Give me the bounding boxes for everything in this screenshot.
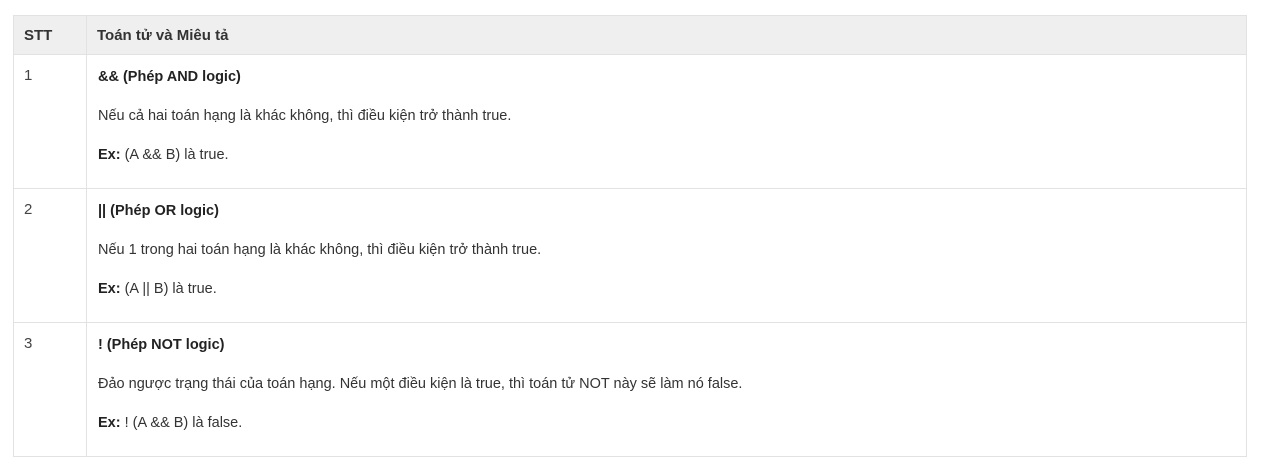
row-number: 2 xyxy=(13,188,87,323)
operator-example: Ex: (A && B) là true. xyxy=(98,145,1236,165)
row-content: ! (Phép NOT logic) Đảo ngược trạng thái … xyxy=(86,322,1247,457)
logical-operators-table: STT Toán tử và Miêu tả 1 && (Phép AND lo… xyxy=(13,15,1247,457)
operator-title: && (Phép AND logic) xyxy=(98,69,241,85)
header-stt: STT xyxy=(13,15,87,55)
table-header: STT Toán tử và Miêu tả xyxy=(13,15,1247,55)
example-text: (A || B) là true. xyxy=(120,281,217,297)
operator-title: || (Phép OR logic) xyxy=(98,203,219,219)
table-body: 1 && (Phép AND logic) Nếu cả hai toán hạ… xyxy=(13,54,1247,457)
example-label: Ex: xyxy=(98,147,121,163)
table-row: 1 && (Phép AND logic) Nếu cả hai toán hạ… xyxy=(13,54,1247,189)
operators-table-container: STT Toán tử và Miêu tả 1 && (Phép AND lo… xyxy=(13,15,1247,457)
example-text: ! (A && B) là false. xyxy=(120,415,243,431)
example-label: Ex: xyxy=(98,415,121,431)
header-row: STT Toán tử và Miêu tả xyxy=(13,15,1247,55)
operator-example: Ex: (A || B) là true. xyxy=(98,279,1236,299)
row-content: && (Phép AND logic) Nếu cả hai toán hạng… xyxy=(86,54,1247,189)
operator-title: ! (Phép NOT logic) xyxy=(98,337,225,353)
operator-description: Nếu 1 trong hai toán hạng là khác không,… xyxy=(98,242,542,258)
row-number: 3 xyxy=(13,322,87,457)
row-content: || (Phép OR logic) Nếu 1 trong hai toán … xyxy=(86,188,1247,323)
example-text: (A && B) là true. xyxy=(120,147,229,163)
header-description: Toán tử và Miêu tả xyxy=(86,15,1247,55)
operator-description: Nếu cả hai toán hạng là khác không, thì … xyxy=(98,108,512,124)
table-row: 2 || (Phép OR logic) Nếu 1 trong hai toá… xyxy=(13,188,1247,323)
row-number: 1 xyxy=(13,54,87,189)
operator-description: Đảo ngược trạng thái của toán hạng. Nếu … xyxy=(98,376,743,392)
example-label: Ex: xyxy=(98,281,121,297)
operator-example: Ex: ! (A && B) là false. xyxy=(98,413,1236,433)
table-row: 3 ! (Phép NOT logic) Đảo ngược trạng thá… xyxy=(13,322,1247,457)
